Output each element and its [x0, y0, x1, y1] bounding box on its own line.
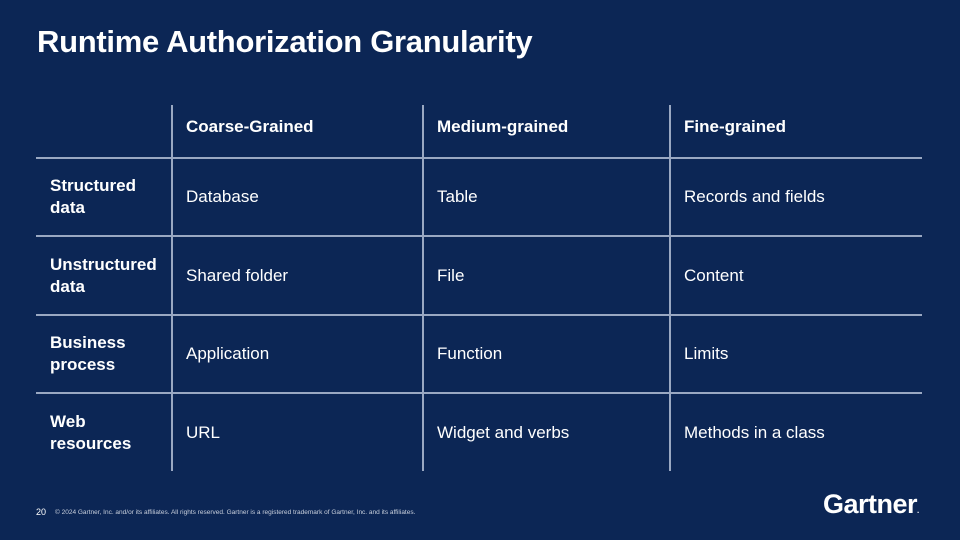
row-header-web-resources: Web resources: [50, 411, 132, 453]
table-divider: [669, 105, 671, 471]
table-cell: URL: [186, 422, 221, 442]
column-header-medium: Medium-grained: [437, 117, 569, 136]
table-cell: Methods in a class: [684, 422, 825, 442]
table-cell: File: [437, 265, 465, 285]
table-divider: [422, 105, 424, 471]
gartner-logo: Gartner.: [823, 489, 919, 520]
table-cell: Records and fields: [684, 187, 825, 206]
slide-title: Runtime Authorization Granularity: [37, 24, 533, 59]
table-cell: Limits: [684, 344, 729, 363]
table-cell: Application: [186, 344, 270, 363]
column-header-fine: Fine-grained: [684, 117, 787, 136]
table-cell: Table: [437, 187, 478, 206]
page-number: 20: [36, 507, 47, 517]
table-cell: Widget and verbs: [437, 422, 570, 442]
row-header-unstructured: Unstructured data: [50, 254, 157, 296]
logo-text: Gartner: [823, 489, 918, 519]
logo-dot: .: [917, 506, 919, 515]
table-divider: [171, 105, 173, 471]
column-header-coarse: Coarse-Grained: [186, 117, 314, 136]
table-cell: Function: [437, 344, 503, 363]
row-header-business-process: Business process: [50, 333, 126, 374]
table-cell: Content: [684, 265, 744, 285]
granularity-table: Coarse-Grained Medium-grained Fine-grain…: [36, 105, 922, 471]
copyright-notice: © 2024 Gartner, Inc. and/or its affiliat…: [55, 509, 416, 516]
table-cell: Database: [186, 187, 259, 206]
row-header-structured: Structured data: [50, 176, 136, 217]
table-cell: Shared folder: [186, 265, 289, 285]
